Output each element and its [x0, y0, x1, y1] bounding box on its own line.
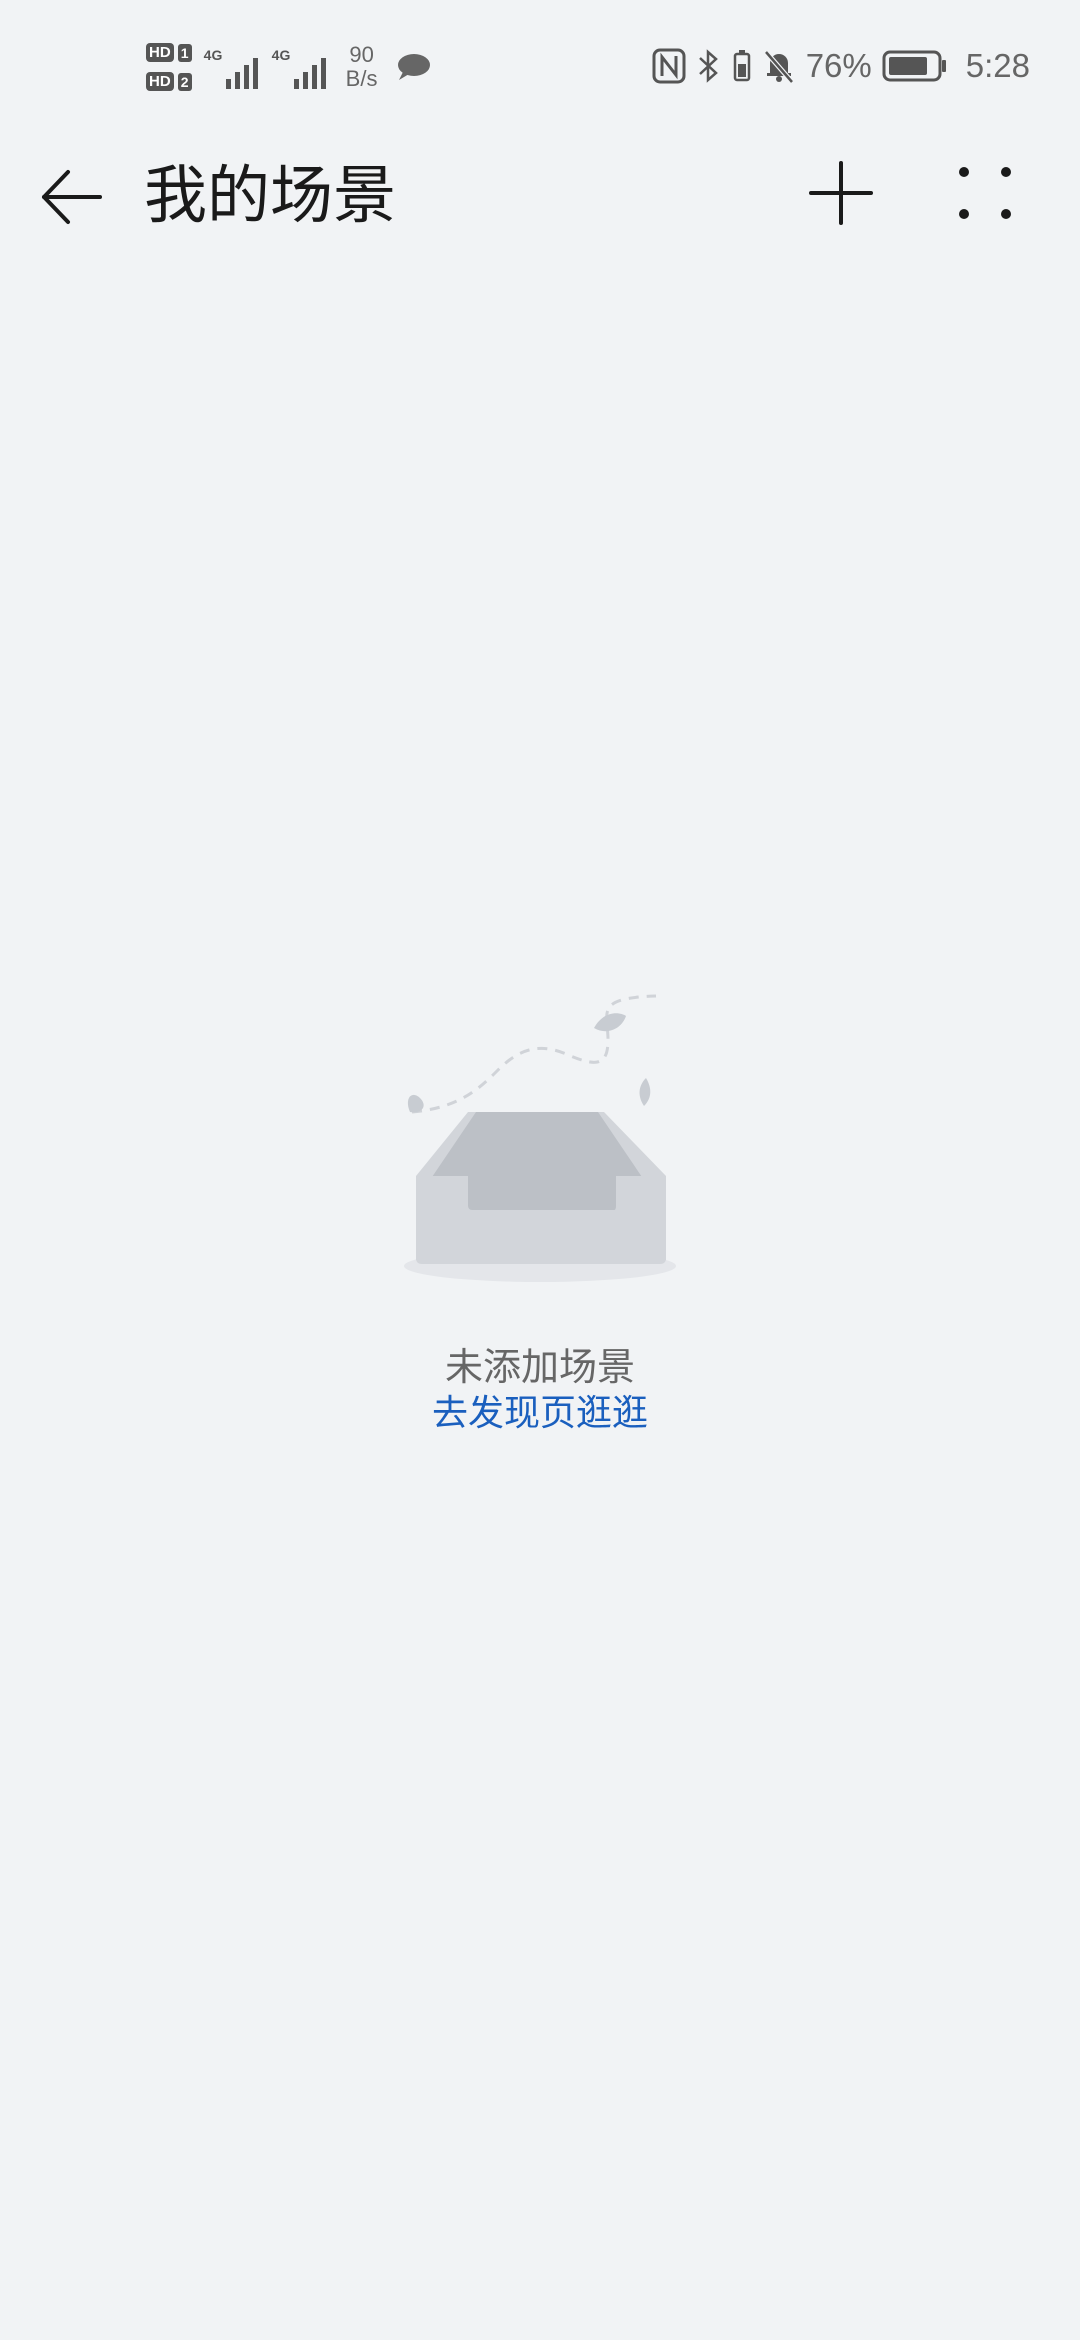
sim1-number: 1: [177, 43, 192, 62]
sim2-indicator: HD 2: [146, 72, 192, 91]
nfc-icon: [652, 48, 686, 84]
sim2-hd-badge: HD: [146, 72, 174, 91]
status-left: HD 1 HD 2 4G 4G 90 B/s: [146, 36, 431, 98]
go-to-discover-link[interactable]: 去发现页逛逛: [0, 1384, 1080, 1436]
signal-2: 4G: [272, 45, 326, 89]
page-title: 我的场景: [144, 161, 396, 231]
status-right: 76% 5:28: [652, 46, 1030, 86]
battery-icon: [882, 50, 946, 82]
battery-percentage: 76%: [805, 47, 872, 84]
empty-state-message: 未添加场景: [444, 1347, 635, 1389]
clock: 5:28: [965, 47, 1030, 84]
back-button[interactable]: [36, 162, 106, 232]
sim1-indicator: HD 1: [146, 43, 192, 62]
sim1-hd-badge: HD: [146, 43, 174, 62]
sim-indicators: HD 1 HD 2: [146, 43, 192, 91]
speed-value: 90: [349, 42, 374, 67]
sim2-number: 2: [177, 72, 192, 91]
message-bubble-icon: [398, 54, 431, 80]
arrow-left-icon: [42, 170, 102, 224]
bluetooth-icon: [698, 49, 718, 83]
signal-1: 4G: [204, 45, 258, 89]
add-scene-button[interactable]: [806, 158, 876, 228]
speed-unit: B/s: [345, 66, 378, 91]
empty-inbox-illustration: [404, 994, 676, 1282]
plus-icon: [809, 161, 873, 225]
signal-bars-2-icon: [293, 58, 326, 89]
network-type-2: 4G: [271, 47, 291, 63]
status-bar: HD 1 HD 2 4G 4G 90 B/s 76% 5:28: [0, 0, 1080, 130]
signal-bars-1-icon: [225, 58, 258, 89]
muted-bell-icon: [763, 50, 794, 84]
network-type-1: 4G: [203, 47, 223, 63]
battery-saver-icon: [733, 50, 750, 82]
app-bar: 我的场景: [0, 140, 1080, 250]
network-speed: 90 B/s: [346, 43, 378, 91]
more-options-button[interactable]: [950, 158, 1020, 228]
four-dots-icon: [959, 167, 1011, 219]
